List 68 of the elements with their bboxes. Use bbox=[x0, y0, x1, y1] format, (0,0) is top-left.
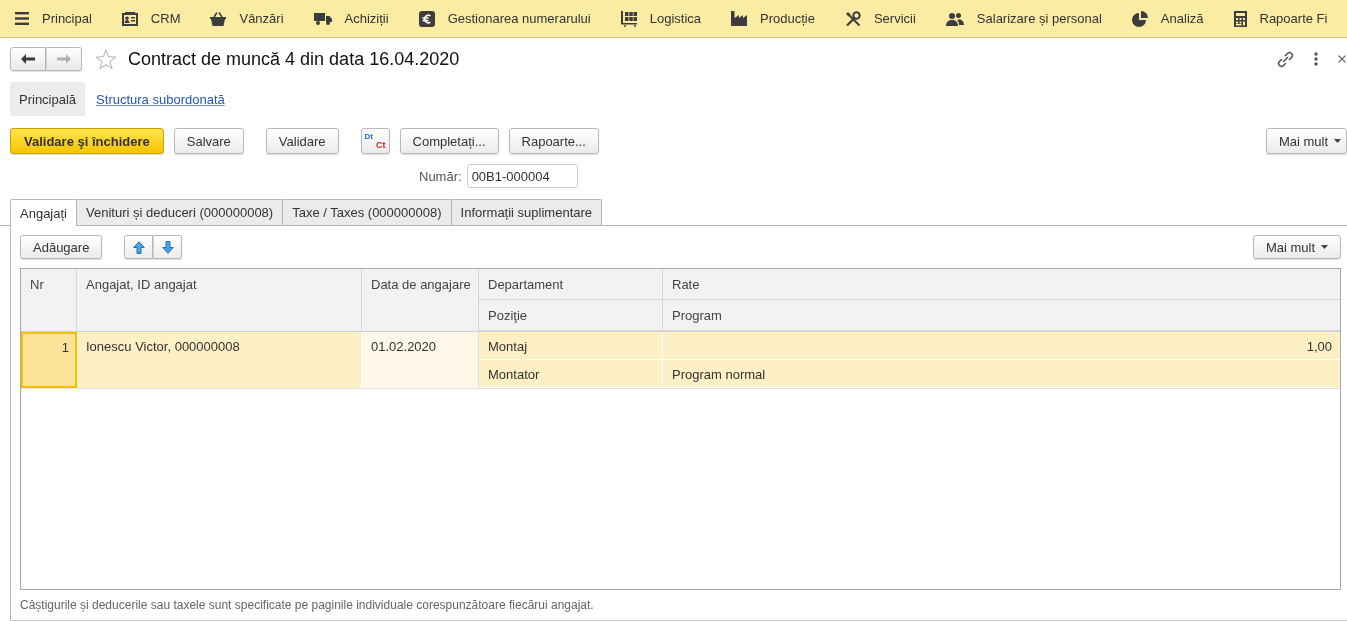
menu-icon bbox=[15, 12, 29, 25]
number-field[interactable]: 00B1-000004 bbox=[466, 164, 578, 188]
column-header: Departament bbox=[479, 269, 663, 300]
column-header: Poziţie bbox=[479, 300, 663, 331]
tab[interactable]: Informații suplimentare bbox=[450, 199, 603, 225]
hint-text: Câștigurile și deducerile sau taxele sunt specificate pe paginile individuale corespunzătoare fiecărui angajat. bbox=[20, 598, 595, 612]
table-cell: Montaj bbox=[479, 332, 663, 360]
table-cell: 1 bbox=[21, 332, 77, 388]
star-icon[interactable] bbox=[95, 48, 117, 70]
menu-item[interactable]: Salarizare și personal bbox=[930, 0, 1117, 37]
section-tab[interactable]: Principală bbox=[10, 82, 86, 116]
menu-item[interactable]: Logistica bbox=[605, 0, 716, 37]
close-icon[interactable] bbox=[1338, 55, 1346, 63]
up-arrow-icon bbox=[132, 240, 145, 254]
tab[interactable]: Angajați bbox=[10, 199, 77, 226]
move-down-button[interactable] bbox=[153, 235, 183, 259]
table-cell: Montator bbox=[479, 360, 663, 388]
menu-item[interactable]: CRM bbox=[106, 0, 196, 37]
right-arrow-icon bbox=[57, 54, 71, 64]
calculator-icon bbox=[1233, 10, 1247, 27]
tab[interactable]: Venituri și deduceri (000000008) bbox=[76, 199, 284, 225]
table-cell: Program normal bbox=[663, 360, 1340, 388]
add-button[interactable]: Adăugare bbox=[20, 235, 103, 259]
menu-item[interactable]: Rapoarte Fi bbox=[1218, 0, 1343, 37]
column-header: Program bbox=[663, 300, 1340, 331]
basket-icon bbox=[210, 11, 227, 26]
table-cell: 1,00 bbox=[663, 332, 1340, 360]
pie-chart-icon bbox=[1131, 10, 1148, 27]
field-label: Număr: bbox=[419, 168, 462, 184]
menu-item[interactable]: Achiziții bbox=[298, 0, 404, 37]
menu-item[interactable]: Vânzări bbox=[195, 0, 299, 37]
left-arrow-icon bbox=[21, 54, 35, 64]
menu-item[interactable]: Servicii bbox=[829, 0, 931, 37]
menu-item[interactable]: Principal bbox=[0, 0, 107, 37]
truck-icon bbox=[313, 12, 332, 25]
menu-item[interactable]: Gestionarea numerarului bbox=[403, 0, 606, 37]
toolbar-button[interactable]: Completați... bbox=[399, 128, 499, 154]
column-header: Nr bbox=[21, 269, 77, 331]
caret-icon bbox=[1334, 139, 1341, 143]
tab[interactable]: Taxe / Taxes (000000008) bbox=[282, 199, 452, 225]
column-header: Angajat, ID angajat bbox=[77, 269, 362, 331]
section-link[interactable]: Structura subordonată bbox=[96, 91, 225, 107]
factory-icon bbox=[731, 11, 747, 26]
window-title: Contract de muncă 4 din data 16.04.2020 bbox=[128, 48, 460, 70]
back-button[interactable] bbox=[10, 47, 46, 71]
cart-icon bbox=[620, 10, 637, 27]
down-arrow-icon bbox=[161, 240, 174, 254]
euro-icon bbox=[418, 10, 435, 27]
more-button[interactable]: Mai mult bbox=[1265, 128, 1347, 154]
tools-icon bbox=[844, 10, 861, 27]
column-header: Data de angajare bbox=[362, 269, 479, 331]
link-icon[interactable] bbox=[1277, 50, 1294, 68]
move-up-button[interactable] bbox=[124, 235, 154, 259]
toolbar-button[interactable]: Validare bbox=[265, 128, 339, 154]
column-header: Rate bbox=[663, 269, 1340, 300]
id-card-icon bbox=[121, 11, 138, 26]
table-row[interactable]: 1 Ionescu Victor, 000000008 01.02.2020 Montaj 1,00 Montator Program normal bbox=[21, 332, 1340, 389]
toolbar-button[interactable]: Rapoarte... bbox=[508, 128, 599, 154]
toolbar-button[interactable]: Salvare bbox=[173, 128, 244, 154]
primary-button[interactable]: Validare şi închidere bbox=[10, 128, 164, 154]
caret-icon bbox=[1321, 245, 1328, 249]
more-button[interactable]: Mai mult bbox=[1252, 235, 1341, 259]
dt-ct-button[interactable]: Dt Ct bbox=[360, 128, 390, 154]
menu-item[interactable]: Producție bbox=[716, 0, 830, 37]
more-icon[interactable] bbox=[1314, 52, 1318, 66]
table-cell: 01.02.2020 bbox=[362, 332, 479, 388]
menu-item[interactable]: Analiză bbox=[1116, 0, 1219, 37]
people-icon bbox=[945, 11, 964, 26]
